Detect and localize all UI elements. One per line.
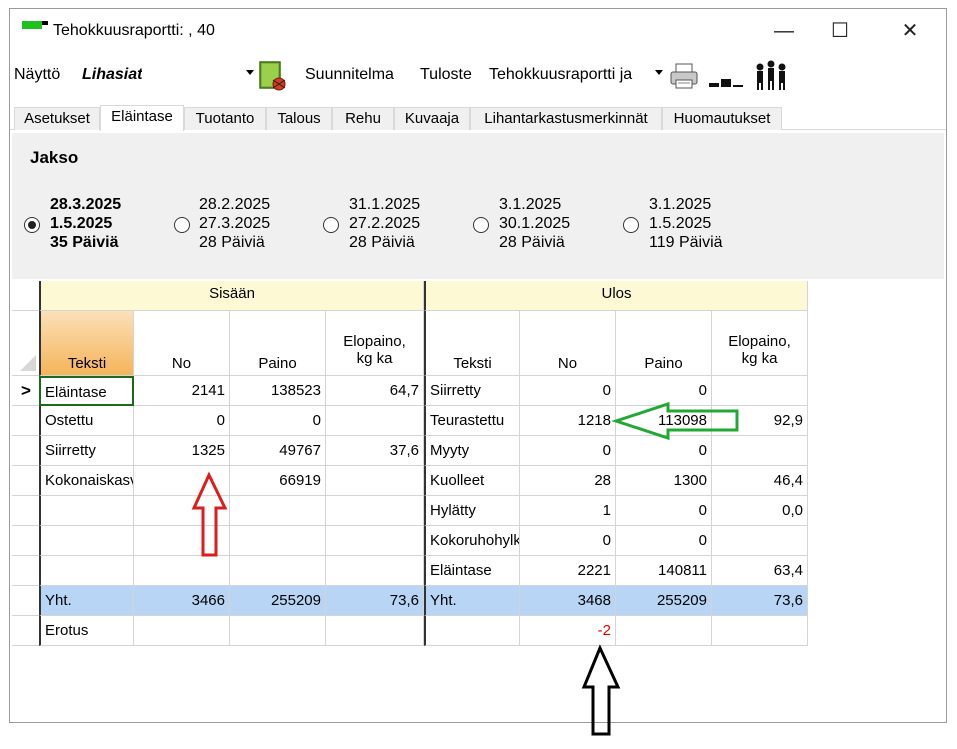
report-window: Tehokkuusraportti: , 40 — ☐ ✕ Näyttö Lih… bbox=[9, 8, 947, 736]
red-up-arrow bbox=[191, 471, 228, 557]
annotations bbox=[191, 401, 739, 736]
black-up-arrow bbox=[581, 644, 621, 736]
green-left-arrow bbox=[611, 401, 739, 441]
